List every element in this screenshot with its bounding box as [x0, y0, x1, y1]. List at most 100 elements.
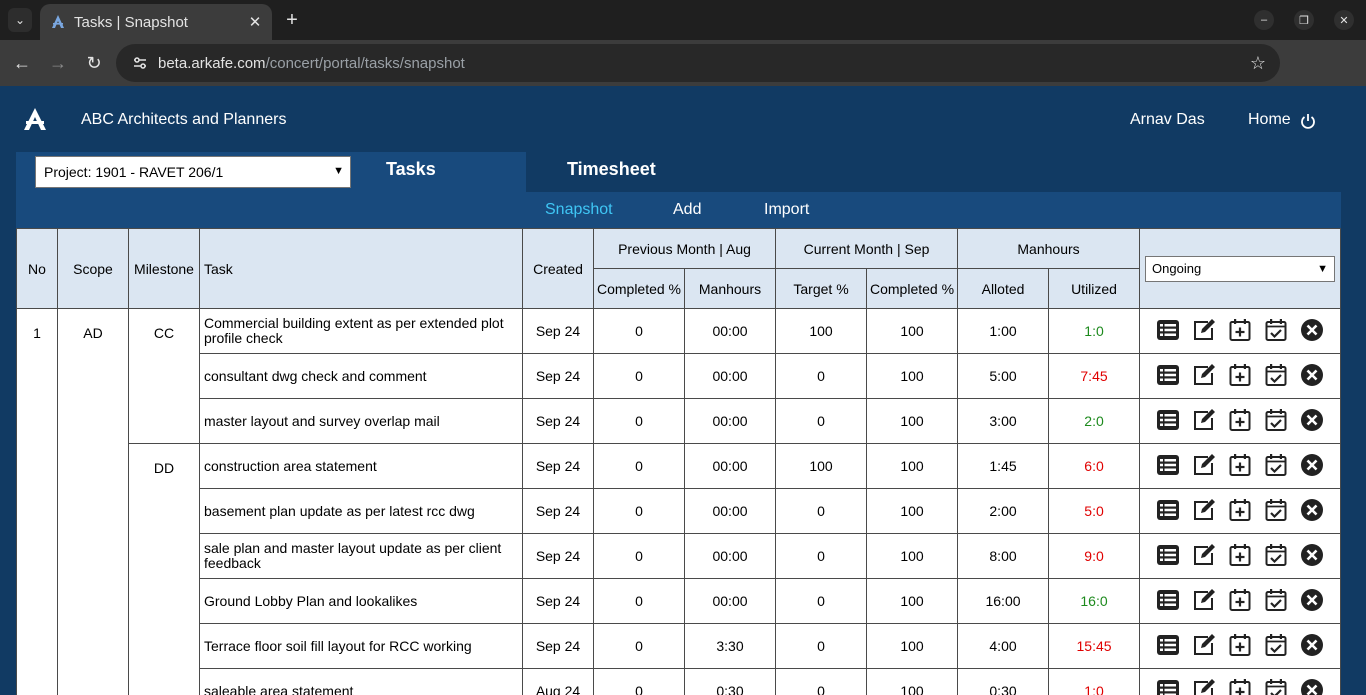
- close-circle-icon[interactable]: [1300, 453, 1324, 480]
- target-pct: 0: [775, 353, 868, 399]
- edit-icon[interactable]: [1192, 318, 1216, 345]
- target-pct: 100: [775, 308, 868, 354]
- calendar-add-icon[interactable]: [1228, 633, 1252, 660]
- forward-arrow-icon[interactable]: →: [40, 45, 76, 81]
- prev-manhours: 00:00: [683, 308, 777, 354]
- close-circle-icon[interactable]: [1300, 633, 1324, 660]
- row-actions: [1139, 488, 1341, 534]
- bookmark-star-icon[interactable]: ☆: [1250, 53, 1266, 74]
- calendar-check-icon[interactable]: [1264, 498, 1288, 525]
- list-icon[interactable]: [1156, 678, 1180, 695]
- close-circle-icon[interactable]: [1300, 543, 1324, 570]
- close-circle-icon[interactable]: [1300, 498, 1324, 525]
- calendar-add-icon[interactable]: [1228, 498, 1252, 525]
- calendar-add-icon[interactable]: [1228, 588, 1252, 615]
- subnav-snapshot[interactable]: Snapshot: [545, 201, 613, 219]
- list-icon[interactable]: [1156, 498, 1180, 525]
- task-name[interactable]: Ground Lobby Plan and lookalikes: [199, 578, 523, 624]
- task-name[interactable]: master layout and survey overlap mail: [199, 398, 523, 444]
- header-previous-month: Previous Month | Aug: [592, 228, 777, 269]
- calendar-check-icon[interactable]: [1264, 453, 1288, 480]
- edit-icon[interactable]: [1192, 453, 1216, 480]
- new-tab-button[interactable]: +: [280, 8, 304, 32]
- project-select[interactable]: Project: 1901 - RAVET 206/1 ▼: [35, 156, 351, 188]
- calendar-check-icon[interactable]: [1264, 318, 1288, 345]
- edit-icon[interactable]: [1192, 408, 1216, 435]
- calendar-check-icon[interactable]: [1264, 633, 1288, 660]
- edit-icon[interactable]: [1192, 678, 1216, 695]
- browser-tab[interactable]: Tasks | Snapshot ✕: [40, 4, 272, 40]
- header-curr-completed: Completed %: [866, 268, 959, 309]
- app-logo-icon[interactable]: [22, 106, 48, 132]
- calendar-check-icon[interactable]: [1264, 543, 1288, 570]
- calendar-check-icon[interactable]: [1264, 588, 1288, 615]
- app-container: ABC Architects and Planners Arnav Das Ho…: [0, 86, 1366, 695]
- subnav-add[interactable]: Add: [673, 201, 701, 219]
- header-created: Created: [522, 228, 594, 309]
- list-icon[interactable]: [1156, 588, 1180, 615]
- calendar-add-icon[interactable]: [1228, 408, 1252, 435]
- list-icon[interactable]: [1156, 318, 1180, 345]
- close-circle-icon[interactable]: [1300, 363, 1324, 390]
- edit-icon[interactable]: [1192, 633, 1216, 660]
- list-icon[interactable]: [1156, 633, 1180, 660]
- task-name[interactable]: sale plan and master layout update as pe…: [199, 533, 523, 579]
- prev-completed: 0: [593, 353, 685, 399]
- power-icon[interactable]: [1300, 113, 1316, 129]
- site-info-icon[interactable]: [128, 51, 152, 75]
- back-arrow-icon[interactable]: ←: [4, 45, 40, 81]
- calendar-add-icon[interactable]: [1228, 543, 1252, 570]
- prev-completed: 0: [593, 443, 685, 489]
- list-icon[interactable]: [1156, 453, 1180, 480]
- edit-icon[interactable]: [1192, 498, 1216, 525]
- alloted-hours: 2:00: [957, 488, 1050, 534]
- completed-pct: 100: [866, 578, 959, 624]
- close-circle-icon[interactable]: [1300, 408, 1324, 435]
- tab-search-button[interactable]: ⌄: [8, 8, 32, 32]
- task-name[interactable]: basement plan update as per latest rcc d…: [199, 488, 523, 534]
- user-name[interactable]: Arnav Das: [1130, 111, 1205, 129]
- alloted-hours: 0:30: [957, 668, 1050, 695]
- close-window-button[interactable]: ✕: [1328, 6, 1360, 34]
- list-icon[interactable]: [1156, 408, 1180, 435]
- address-bar[interactable]: beta.arkafe.com/concert/portal/tasks/sna…: [116, 44, 1280, 82]
- row-actions: [1139, 623, 1341, 669]
- close-circle-icon[interactable]: [1300, 318, 1324, 345]
- restore-button[interactable]: ❐: [1288, 6, 1320, 34]
- calendar-add-icon[interactable]: [1228, 678, 1252, 695]
- minimize-button[interactable]: –: [1248, 6, 1280, 34]
- list-icon[interactable]: [1156, 543, 1180, 570]
- calendar-check-icon[interactable]: [1264, 678, 1288, 695]
- calendar-check-icon[interactable]: [1264, 363, 1288, 390]
- close-circle-icon[interactable]: [1300, 588, 1324, 615]
- tab-timesheet[interactable]: Timesheet: [567, 159, 656, 180]
- edit-icon[interactable]: [1192, 543, 1216, 570]
- calendar-add-icon[interactable]: [1228, 318, 1252, 345]
- task-name[interactable]: construction area statement: [199, 443, 523, 489]
- subnav-import[interactable]: Import: [764, 201, 809, 219]
- sub-navigation: Snapshot Add Import: [16, 192, 1341, 228]
- edit-icon[interactable]: [1192, 588, 1216, 615]
- tab-close-icon[interactable]: ✕: [246, 13, 264, 31]
- calendar-add-icon[interactable]: [1228, 453, 1252, 480]
- task-name[interactable]: Commercial building extent as per extend…: [199, 308, 523, 354]
- project-panel: Project: 1901 - RAVET 206/1 ▼ Tasks: [16, 152, 526, 192]
- header-prev-manhours: Manhours: [683, 268, 777, 309]
- row-actions: [1139, 353, 1341, 399]
- status-filter-select[interactable]: Ongoing ▼: [1145, 255, 1336, 282]
- reload-icon[interactable]: ↻: [76, 45, 112, 81]
- task-name[interactable]: consultant dwg check and comment: [199, 353, 523, 399]
- completed-pct: 100: [866, 488, 959, 534]
- completed-pct: 100: [866, 398, 959, 444]
- close-circle-icon[interactable]: [1300, 678, 1324, 695]
- calendar-check-icon[interactable]: [1264, 408, 1288, 435]
- task-name[interactable]: saleable area statement: [199, 668, 523, 695]
- tab-tasks[interactable]: Tasks: [386, 159, 436, 180]
- edit-icon[interactable]: [1192, 363, 1216, 390]
- list-icon[interactable]: [1156, 363, 1180, 390]
- calendar-add-icon[interactable]: [1228, 363, 1252, 390]
- home-link[interactable]: Home: [1248, 111, 1291, 129]
- prev-completed: 0: [593, 533, 685, 579]
- header-task: Task: [199, 228, 523, 309]
- task-name[interactable]: Terrace floor soil fill layout for RCC w…: [199, 623, 523, 669]
